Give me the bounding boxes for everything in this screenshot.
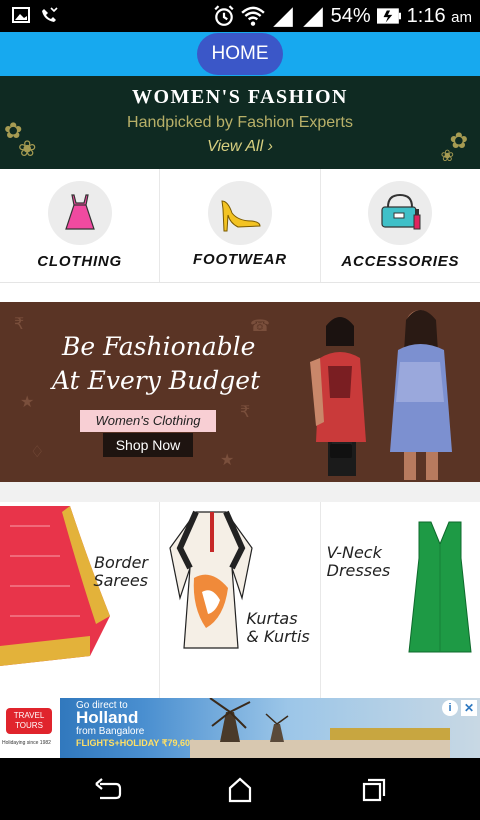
image-icon (12, 7, 30, 23)
category-icon-circle (207, 181, 272, 245)
banner-title: WOMEN'S FASHION (131, 86, 349, 108)
promo-headline-2: At Every Budget (52, 366, 261, 395)
decor-pattern: ★ (220, 452, 235, 469)
product-tile-kurtas[interactable]: Kurtas & Kurtis (160, 502, 321, 698)
shop-now-button[interactable]: Shop Now (103, 433, 193, 457)
clock-time: 1:16 (406, 4, 446, 27)
home-icon[interactable] (226, 776, 254, 804)
view-all-link[interactable]: View All › (0, 138, 480, 156)
wifi-icon (240, 6, 265, 26)
product-label: Border Sarees (80, 554, 148, 590)
windmill-scene-image (190, 698, 450, 758)
product-label: V-Neck Dresses (327, 544, 391, 580)
product-tile-vneck-dresses[interactable]: V-Neck Dresses (320, 502, 480, 698)
banner-subtitle: Handpicked by Fashion Experts (127, 114, 353, 131)
ad-headline: Holland (76, 708, 139, 727)
ad-logo: TRAVEL TOURS Holidaying since 1982 (0, 698, 60, 758)
ad-logo-line2: TOURS (15, 721, 43, 730)
ad-from-text: from Bangalore (76, 726, 145, 737)
handbag-icon (381, 193, 421, 230)
promo-category-tag: Women's Clothing (80, 410, 216, 432)
signal-icon (302, 7, 323, 27)
category-icon-circle (47, 181, 112, 245)
ad-price: FLIGHTS+HOLIDAY ₹79,600 (76, 738, 196, 748)
decor-pattern: ₹ (240, 404, 251, 421)
category-clothing[interactable]: CLOTHING (0, 169, 161, 282)
product-label-line2: Sarees (93, 571, 148, 590)
decor-pattern: ₹ (14, 316, 25, 333)
signal-icon (272, 7, 293, 27)
clock: 1:16 am (407, 5, 472, 28)
product-label: Kurtas & Kurtis (246, 610, 309, 646)
alarm-icon (214, 5, 234, 26)
missed-call-icon (42, 7, 58, 22)
clock-ampm: am (451, 8, 472, 26)
back-icon[interactable] (94, 776, 122, 804)
product-grid: Border Sarees Kurtas & Kurtis V-Neck Dre… (0, 502, 480, 698)
product-label-line2: Dresses (326, 561, 391, 580)
dress-icon (64, 194, 95, 230)
category-label: CLOTHING (37, 253, 123, 270)
heel-shoe-icon (221, 200, 261, 232)
category-accessories[interactable]: ACCESSORIES (321, 169, 480, 282)
category-row: CLOTHING FOOTWEAR ACCESSORIES (0, 169, 480, 283)
category-icon-circle (368, 181, 433, 245)
recents-icon[interactable] (360, 776, 388, 804)
kurta-image (169, 510, 253, 649)
top-app-bar: HOME (0, 32, 480, 76)
ad-info-icon[interactable]: i (442, 700, 458, 716)
category-label: ACCESSORIES (341, 253, 460, 270)
product-label-line1: Border (94, 553, 148, 572)
promo-banner[interactable]: ₹ ★ ♢ ☎ ₹ ★ Be Fashionable At Every Budg… (0, 302, 480, 482)
ad-since-text: Holidaying since 1982 (2, 740, 51, 746)
category-footwear[interactable]: FOOTWEAR (160, 169, 321, 282)
decor-pattern: ★ (20, 394, 35, 411)
ad-logo-box: TRAVEL TOURS (6, 708, 52, 734)
dress-image (408, 521, 472, 653)
womens-fashion-banner[interactable]: ✿ ❀ ✿ ❀ WOMEN'S FASHION Handpicked by Fa… (0, 76, 480, 169)
product-label-line2: & Kurtis (246, 627, 310, 646)
status-bar: 54% 1:16 am (0, 0, 480, 32)
category-label: FOOTWEAR (193, 251, 287, 268)
battery-percent: 54% (330, 4, 371, 27)
ad-close-icon[interactable]: ✕ (461, 700, 477, 716)
models-photo (310, 310, 452, 480)
product-label-line1: Kurtas (246, 609, 298, 628)
ad-logo-line1: TRAVEL (13, 711, 45, 720)
home-button[interactable]: HOME (197, 33, 283, 75)
product-label-line1: V-Neck (326, 543, 382, 562)
product-tile-border-sarees[interactable]: Border Sarees (0, 502, 161, 698)
section-separator (0, 482, 480, 502)
advertisement-banner[interactable]: TRAVEL TOURS Holidaying since 1982 Go di… (0, 698, 480, 758)
battery-icon (376, 8, 401, 24)
system-nav-bar (0, 758, 480, 820)
decor-pattern: ♢ (30, 444, 45, 461)
promo-headline-1: Be Fashionable (62, 332, 256, 361)
